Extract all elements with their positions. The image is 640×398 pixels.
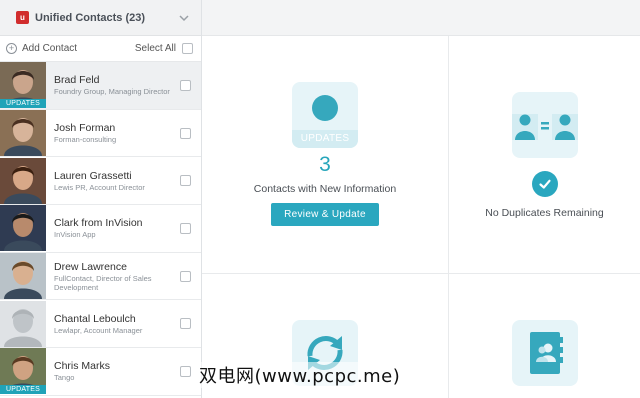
updates-badge: UPDATES: [0, 385, 46, 395]
contact-row[interactable]: UPDATES Brad Feld Foundry Group, Managing …: [0, 62, 201, 110]
contact-row[interactable]: Clark from InVision InVision App: [0, 205, 201, 253]
duplicates-caption: No Duplicates Remaining: [485, 207, 604, 219]
avatar-photo-icon: [0, 300, 46, 347]
contact-subtitle: FullContact, Director of Sales Developme…: [54, 273, 152, 292]
contact-info: Drew Lawrence FullContact, Director of Sa…: [46, 261, 180, 292]
contact-subtitle: InVision App: [54, 230, 96, 240]
contact-checkbox[interactable]: [180, 270, 191, 282]
updates-tile[interactable]: UPDATES: [292, 82, 358, 148]
contact-list: UPDATES Brad Feld Foundry Group, Managing …: [0, 62, 201, 396]
avatar-photo-icon: [0, 253, 46, 300]
select-all-label[interactable]: Select All: [135, 43, 176, 54]
add-icon[interactable]: +: [6, 43, 17, 54]
contact-row[interactable]: Chantal Leboulch Lewlapr, Account Manager: [0, 300, 201, 349]
contact-subtitle: Lewis PR, Account Director: [54, 182, 145, 192]
sidebar-actions: + Add Contact Select All: [0, 36, 201, 62]
duplicate-contacts-icon: [511, 114, 578, 140]
avatar: [0, 157, 46, 204]
contact-subtitle: Foundry Group, Managing Director: [54, 87, 170, 97]
avatar: UPDATES: [0, 348, 46, 395]
contact-row[interactable]: UPDATES Chris Marks Tango: [0, 348, 201, 396]
updates-count: 3: [319, 153, 331, 176]
contact-list-title: Unified Contacts (23): [35, 11, 146, 24]
duplicates-tile[interactable]: [511, 92, 578, 158]
contact-name: Drew Lawrence: [54, 260, 127, 273]
contact-name: Chris Marks: [54, 360, 111, 373]
avatar: [0, 110, 46, 157]
address-book-card: [449, 274, 640, 398]
updates-badge: UPDATES: [0, 99, 46, 109]
duplicates-card: No Duplicates Remaining: [449, 36, 640, 273]
avatar: UPDATES: [0, 62, 46, 109]
updates-caption: Contacts with New Information: [253, 183, 397, 195]
avatar: [0, 205, 46, 252]
contact-name: Chantal Leboulch: [54, 312, 136, 325]
watermark: 双电网(www.pcpc.me): [197, 362, 403, 388]
contact-info: Chantal Leboulch Lewlapr, Account Manager: [46, 313, 180, 335]
contact-info: Brad Feld Foundry Group, Managing Directo…: [46, 74, 180, 96]
add-contact-link[interactable]: Add Contact: [22, 43, 135, 54]
contact-subtitle: Lewlapr, Account Manager: [54, 325, 143, 335]
select-all-checkbox[interactable]: [182, 43, 193, 54]
address-book-tile[interactable]: [511, 320, 578, 386]
contact-checkbox[interactable]: [180, 222, 191, 234]
main-panel: UPDATES 3 Contacts with New Information …: [202, 0, 640, 398]
contact-subtitle: Tango: [54, 373, 75, 383]
contact-row[interactable]: Lauren Grassetti Lewis PR, Account Direct…: [0, 157, 201, 206]
contact-info: Clark from InVision InVision App: [46, 217, 180, 239]
avatar: [0, 300, 46, 347]
contact-name: Brad Feld: [54, 74, 100, 87]
fullcontact-logo-icon: u: [16, 11, 29, 24]
dashboard-grid: UPDATES 3 Contacts with New Information …: [202, 36, 640, 398]
sidebar-header[interactable]: u Unified Contacts (23): [0, 0, 201, 36]
contact-checkbox[interactable]: [180, 365, 191, 377]
avatar-photo-icon: [0, 157, 46, 204]
review-update-button[interactable]: Review & Update: [271, 203, 379, 226]
updates-card: UPDATES 3 Contacts with New Information …: [202, 36, 448, 273]
address-book-icon: [529, 332, 563, 374]
contact-info: Josh Forman Forman-consulting: [46, 122, 180, 144]
contact-checkbox[interactable]: [180, 127, 191, 139]
top-bar: [202, 0, 640, 36]
contact-name: Lauren Grassetti: [54, 169, 132, 182]
avatar: [0, 253, 46, 300]
contact-checkbox[interactable]: [180, 318, 191, 330]
contact-info: Lauren Grassetti Lewis PR, Account Direct…: [46, 170, 180, 192]
check-icon: [531, 171, 558, 197]
avatar-photo-icon: [0, 110, 46, 157]
contact-name: Clark from InVision: [54, 217, 143, 230]
avatar-photo-icon: [0, 205, 46, 252]
contact-checkbox[interactable]: [180, 175, 191, 187]
contact-row[interactable]: Drew Lawrence FullContact, Director of Sa…: [0, 252, 201, 301]
contact-checkbox[interactable]: [180, 79, 191, 91]
contact-subtitle: Forman-consulting: [54, 135, 117, 145]
sidebar: u Unified Contacts (23) + Add Contact Se…: [0, 0, 202, 398]
updates-tile-label: UPDATES: [300, 133, 350, 144]
contact-name: Josh Forman: [54, 122, 116, 135]
contact-info: Chris Marks Tango: [46, 360, 180, 382]
contact-row[interactable]: Josh Forman Forman-consulting: [0, 109, 201, 158]
chevron-down-icon[interactable]: [177, 11, 191, 25]
